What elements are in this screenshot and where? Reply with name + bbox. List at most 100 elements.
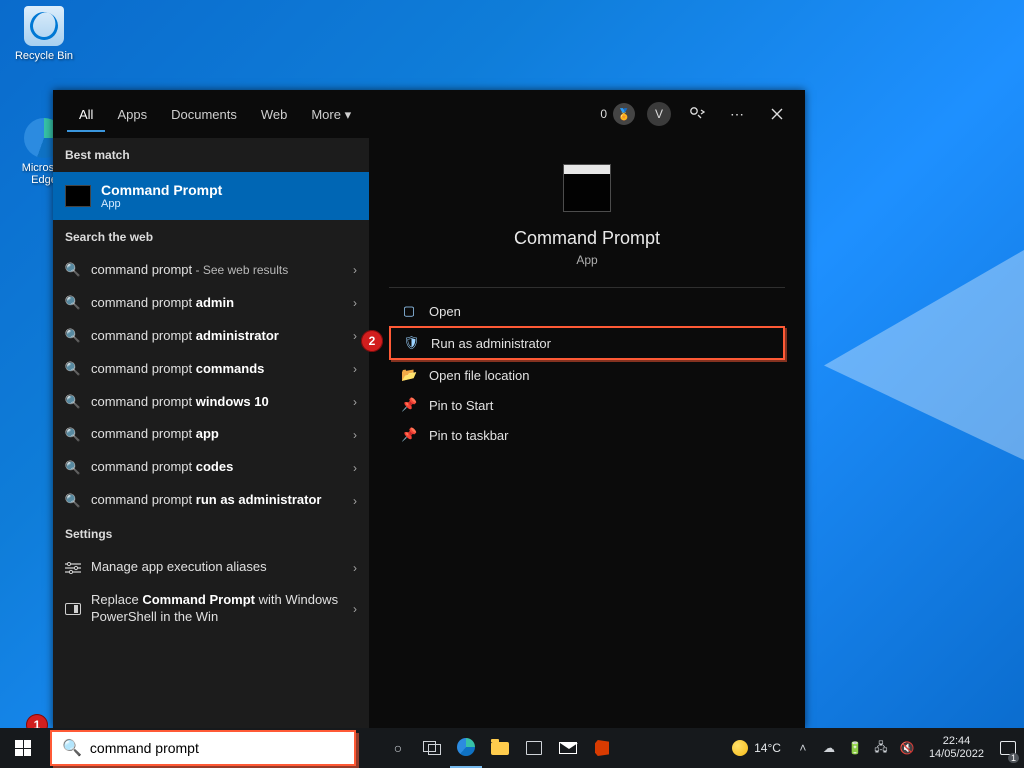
taskbar: 🔍 ○ 14°C ˄ ☁ 🔋 🖧 🔇 22:44 14/05/2022 1 [0, 728, 1024, 768]
desktop-icon-recycle-bin[interactable]: Recycle Bin [8, 6, 80, 62]
search-icon: 🔍 [65, 328, 81, 344]
office-icon [595, 740, 609, 756]
action-run-as-administrator[interactable]: 🛡 Run as administrator [389, 326, 785, 360]
search-web-header: Search the web [53, 220, 369, 254]
best-match-header: Best match [53, 138, 369, 172]
taskbar-app-explorer[interactable] [484, 728, 516, 768]
preview-column: Command Prompt App ▢ Open 2 🛡 Run as adm… [369, 138, 805, 728]
taskbar-app-mail[interactable] [552, 728, 584, 768]
toggle-icon [65, 603, 81, 615]
cortana-icon[interactable]: ○ [382, 728, 414, 768]
chevron-right-icon: › [353, 296, 357, 310]
tray-volume-icon[interactable]: 🔇 [895, 728, 919, 768]
recycle-bin-icon [24, 6, 64, 46]
folder-open-icon: 📂 [401, 367, 417, 383]
tray-onedrive-icon[interactable]: ☁ [817, 728, 841, 768]
options-icon[interactable]: ⋯ [723, 100, 751, 128]
taskbar-app-edge[interactable] [450, 728, 482, 768]
search-icon: 🔍 [65, 295, 81, 311]
taskbar-app-office[interactable] [586, 728, 618, 768]
web-result[interactable]: 🔍 command prompt admin › [53, 287, 369, 320]
folder-icon [491, 742, 509, 755]
tray-network-icon[interactable]: 🖧 [869, 728, 893, 768]
web-result[interactable]: 🔍 command prompt codes › [53, 451, 369, 484]
command-prompt-icon [65, 185, 91, 207]
weather-widget[interactable]: 14°C [724, 740, 789, 756]
search-icon: 🔍 [65, 427, 81, 443]
tray-chevron-up-icon[interactable]: ˄ [791, 728, 815, 768]
action-open[interactable]: ▢ Open [389, 296, 785, 326]
settings-result[interactable]: Manage app execution aliases › [53, 551, 369, 584]
search-icon: 🔍 [65, 262, 81, 278]
settings-result[interactable]: Replace Command Prompt with Windows Powe… [53, 584, 369, 634]
wallpaper-light-shape [824, 250, 1024, 460]
search-icon: 🔍 [65, 394, 81, 410]
pin-icon: 📌 [401, 397, 417, 413]
divider [389, 287, 785, 288]
web-result[interactable]: 🔍 command prompt windows 10 › [53, 386, 369, 419]
search-icon: 🔍 [65, 460, 81, 476]
chevron-right-icon: › [353, 602, 357, 616]
action-center-icon[interactable]: 1 [994, 728, 1022, 768]
start-button[interactable] [0, 728, 46, 768]
chevron-down-icon: ▾ [345, 107, 352, 122]
taskbar-search-box[interactable]: 🔍 [50, 730, 356, 766]
best-match-item[interactable]: Command Prompt App [53, 172, 369, 220]
chevron-right-icon: › [353, 395, 357, 409]
rewards-points[interactable]: 0 🏅 [600, 103, 635, 125]
sliders-icon [65, 562, 81, 574]
taskbar-app-store[interactable] [518, 728, 550, 768]
task-view-icon[interactable] [416, 728, 448, 768]
chevron-right-icon: › [353, 362, 357, 376]
search-input[interactable] [90, 740, 344, 756]
close-icon[interactable] [763, 100, 791, 128]
chevron-right-icon: › [353, 494, 357, 508]
preview-title: Command Prompt [389, 228, 785, 249]
search-icon: 🔍 [62, 738, 82, 758]
action-pin-to-taskbar[interactable]: 📌 Pin to taskbar [389, 420, 785, 450]
store-icon [526, 741, 542, 755]
command-prompt-large-icon [563, 164, 611, 212]
tab-more[interactable]: More ▾ [299, 97, 363, 132]
callout-badge-2: 2 [361, 330, 383, 352]
pin-icon: 📌 [401, 427, 417, 443]
preview-subtitle: App [389, 253, 785, 267]
shield-icon: 🛡 [403, 335, 419, 351]
best-match-title: Command Prompt [101, 182, 222, 198]
weather-sun-icon [732, 740, 748, 756]
action-pin-to-start[interactable]: 📌 Pin to Start [389, 390, 785, 420]
open-icon: ▢ [401, 303, 417, 319]
web-result[interactable]: 🔍 command prompt commands › [53, 353, 369, 386]
recycle-bin-label: Recycle Bin [8, 50, 80, 62]
best-match-subtitle: App [101, 198, 222, 210]
chevron-right-icon: › [353, 428, 357, 442]
taskbar-clock[interactable]: 22:44 14/05/2022 [921, 735, 992, 760]
chevron-right-icon: › [353, 461, 357, 475]
edge-icon [457, 738, 475, 756]
tab-documents[interactable]: Documents [159, 97, 249, 132]
user-avatar[interactable]: V [647, 102, 671, 126]
web-result[interactable]: 🔍 command prompt run as administrator › [53, 484, 369, 517]
web-result[interactable]: 🔍 command prompt administrator › [53, 320, 369, 353]
search-icon: 🔍 [65, 361, 81, 377]
tab-web[interactable]: Web [249, 97, 300, 132]
tray-battery-icon[interactable]: 🔋 [843, 728, 867, 768]
web-result[interactable]: 🔍 command prompt - See web results › [53, 254, 369, 287]
web-result[interactable]: 🔍 command prompt app › [53, 418, 369, 451]
tab-all[interactable]: All [67, 97, 105, 132]
tab-apps[interactable]: Apps [105, 97, 159, 132]
search-flyout: All Apps Documents Web More ▾ 0 🏅 V ⋯ Be… [53, 90, 805, 728]
feedback-icon[interactable] [683, 100, 711, 128]
search-icon: 🔍 [65, 493, 81, 509]
windows-logo-icon [15, 740, 31, 756]
results-column: Best match Command Prompt App Search the… [53, 138, 369, 728]
chevron-right-icon: › [353, 329, 357, 343]
action-open-file-location[interactable]: 📂 Open file location [389, 360, 785, 390]
medal-icon: 🏅 [613, 103, 635, 125]
settings-header: Settings [53, 517, 369, 551]
chevron-right-icon: › [353, 561, 357, 575]
flyout-header: All Apps Documents Web More ▾ 0 🏅 V ⋯ [53, 90, 805, 138]
chevron-right-icon: › [353, 263, 357, 277]
search-scope-tabs: All Apps Documents Web More ▾ [67, 97, 363, 132]
mail-icon [559, 742, 577, 754]
